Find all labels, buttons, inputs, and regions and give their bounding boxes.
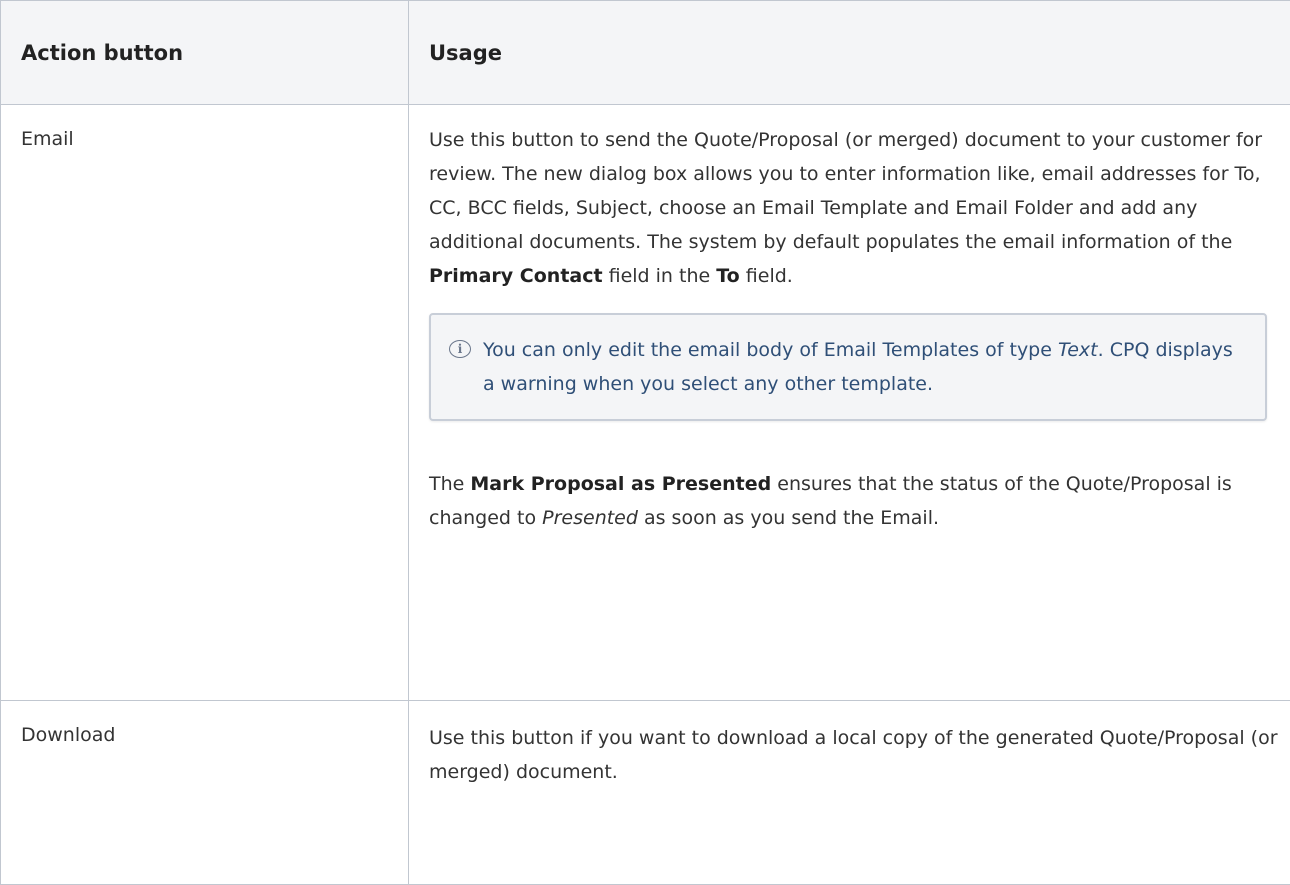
info-panel: i You can only edit the email body of Em… <box>429 313 1267 421</box>
mark-text-3: as soon as you send the Email. <box>638 507 939 529</box>
text-type-term: Text <box>1058 339 1098 361</box>
presented-term: Presented <box>542 507 638 529</box>
cell-action-download: Download <box>1 701 409 885</box>
cell-usage-download: Use this button if you want to download … <box>409 701 1290 885</box>
email-usage-text-1: Use this button to send the Quote/Propos… <box>429 129 1262 253</box>
email-usage-text-3: field. <box>740 265 793 287</box>
mark-text-1: The <box>429 473 470 495</box>
info-panel-text: You can only edit the email body of Emai… <box>483 333 1245 401</box>
info-text-1: You can only edit the email body of Emai… <box>483 339 1058 361</box>
header-usage: Usage <box>409 1 1290 105</box>
cell-action-email: Email <box>1 105 409 701</box>
to-term: To <box>716 265 740 287</box>
table-header-row: Action button Usage <box>1 1 1290 105</box>
primary-contact-term: Primary Contact <box>429 265 603 287</box>
mark-proposal-term: Mark Proposal as Presented <box>470 473 771 495</box>
info-icon: i <box>449 340 471 358</box>
cell-usage-email: Use this button to send the Quote/Propos… <box>409 105 1290 701</box>
header-action-button: Action button <box>1 1 409 105</box>
table-row-email: Email Use this button to send the Quote/… <box>1 105 1290 701</box>
email-usage-paragraph: Use this button to send the Quote/Propos… <box>429 123 1279 293</box>
email-usage-text-2: field in the <box>603 265 717 287</box>
action-button-table: Action button Usage Email Use this butto… <box>0 0 1290 885</box>
mark-presented-paragraph: The Mark Proposal as Presented ensures t… <box>429 467 1279 535</box>
table-row-download: Download Use this button if you want to … <box>1 701 1290 885</box>
